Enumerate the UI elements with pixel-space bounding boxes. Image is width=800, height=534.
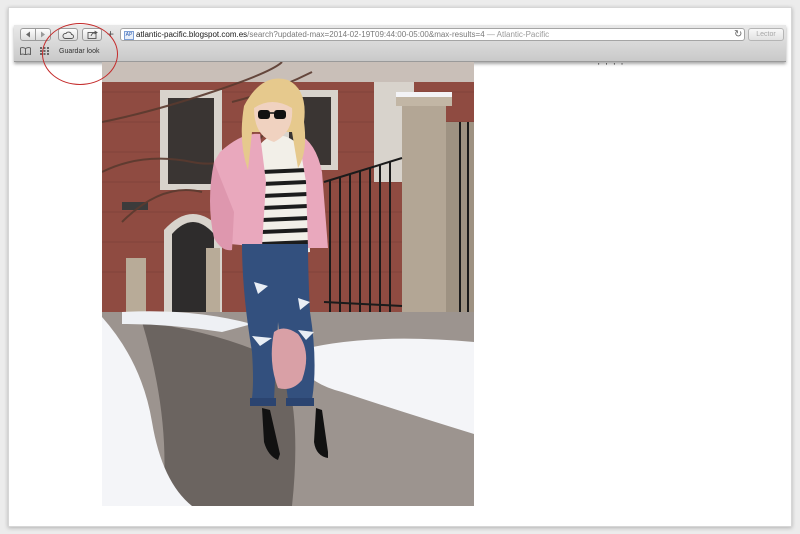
forward-arrow-icon (41, 31, 45, 38)
top-sites-grid-icon[interactable] (40, 47, 49, 55)
site-favicon-icon: AP (124, 31, 134, 40)
icloud-tabs-button[interactable] (58, 28, 78, 41)
reload-icon[interactable]: ↻ (734, 29, 742, 41)
url-text[interactable]: atlantic-pacific.blogspot.com.es/search?… (136, 29, 549, 40)
blog-photo (102, 62, 474, 506)
back-button[interactable] (20, 28, 36, 41)
back-arrow-icon (26, 31, 30, 38)
page-stray-marks: ' ' ' ' (598, 62, 625, 71)
page-title: Atlantic-Pacific (496, 30, 550, 39)
reader-button[interactable]: Lector (748, 28, 784, 41)
bookmark-guardar-look[interactable]: Guardar look (59, 47, 99, 56)
reading-list-icon[interactable] (20, 47, 31, 55)
share-icon (87, 30, 98, 39)
address-bar[interactable]: AP atlantic-pacific.blogspot.com.es/sear… (120, 28, 745, 41)
url-host: atlantic-pacific.blogspot.com.es (136, 30, 248, 39)
cloud-icon (62, 31, 74, 39)
forward-button[interactable] (35, 28, 51, 41)
browser-toolbar: + AP atlantic-pacific.blogspot.com.es/se… (14, 25, 786, 62)
bookmarks-bar: Guardar look (14, 43, 786, 60)
share-button[interactable] (82, 28, 102, 41)
add-bookmark-button[interactable]: + (107, 27, 114, 41)
url-path: /search?updated-max=2014-02-19T09:44:00-… (247, 30, 485, 39)
url-separator: — (484, 30, 497, 39)
